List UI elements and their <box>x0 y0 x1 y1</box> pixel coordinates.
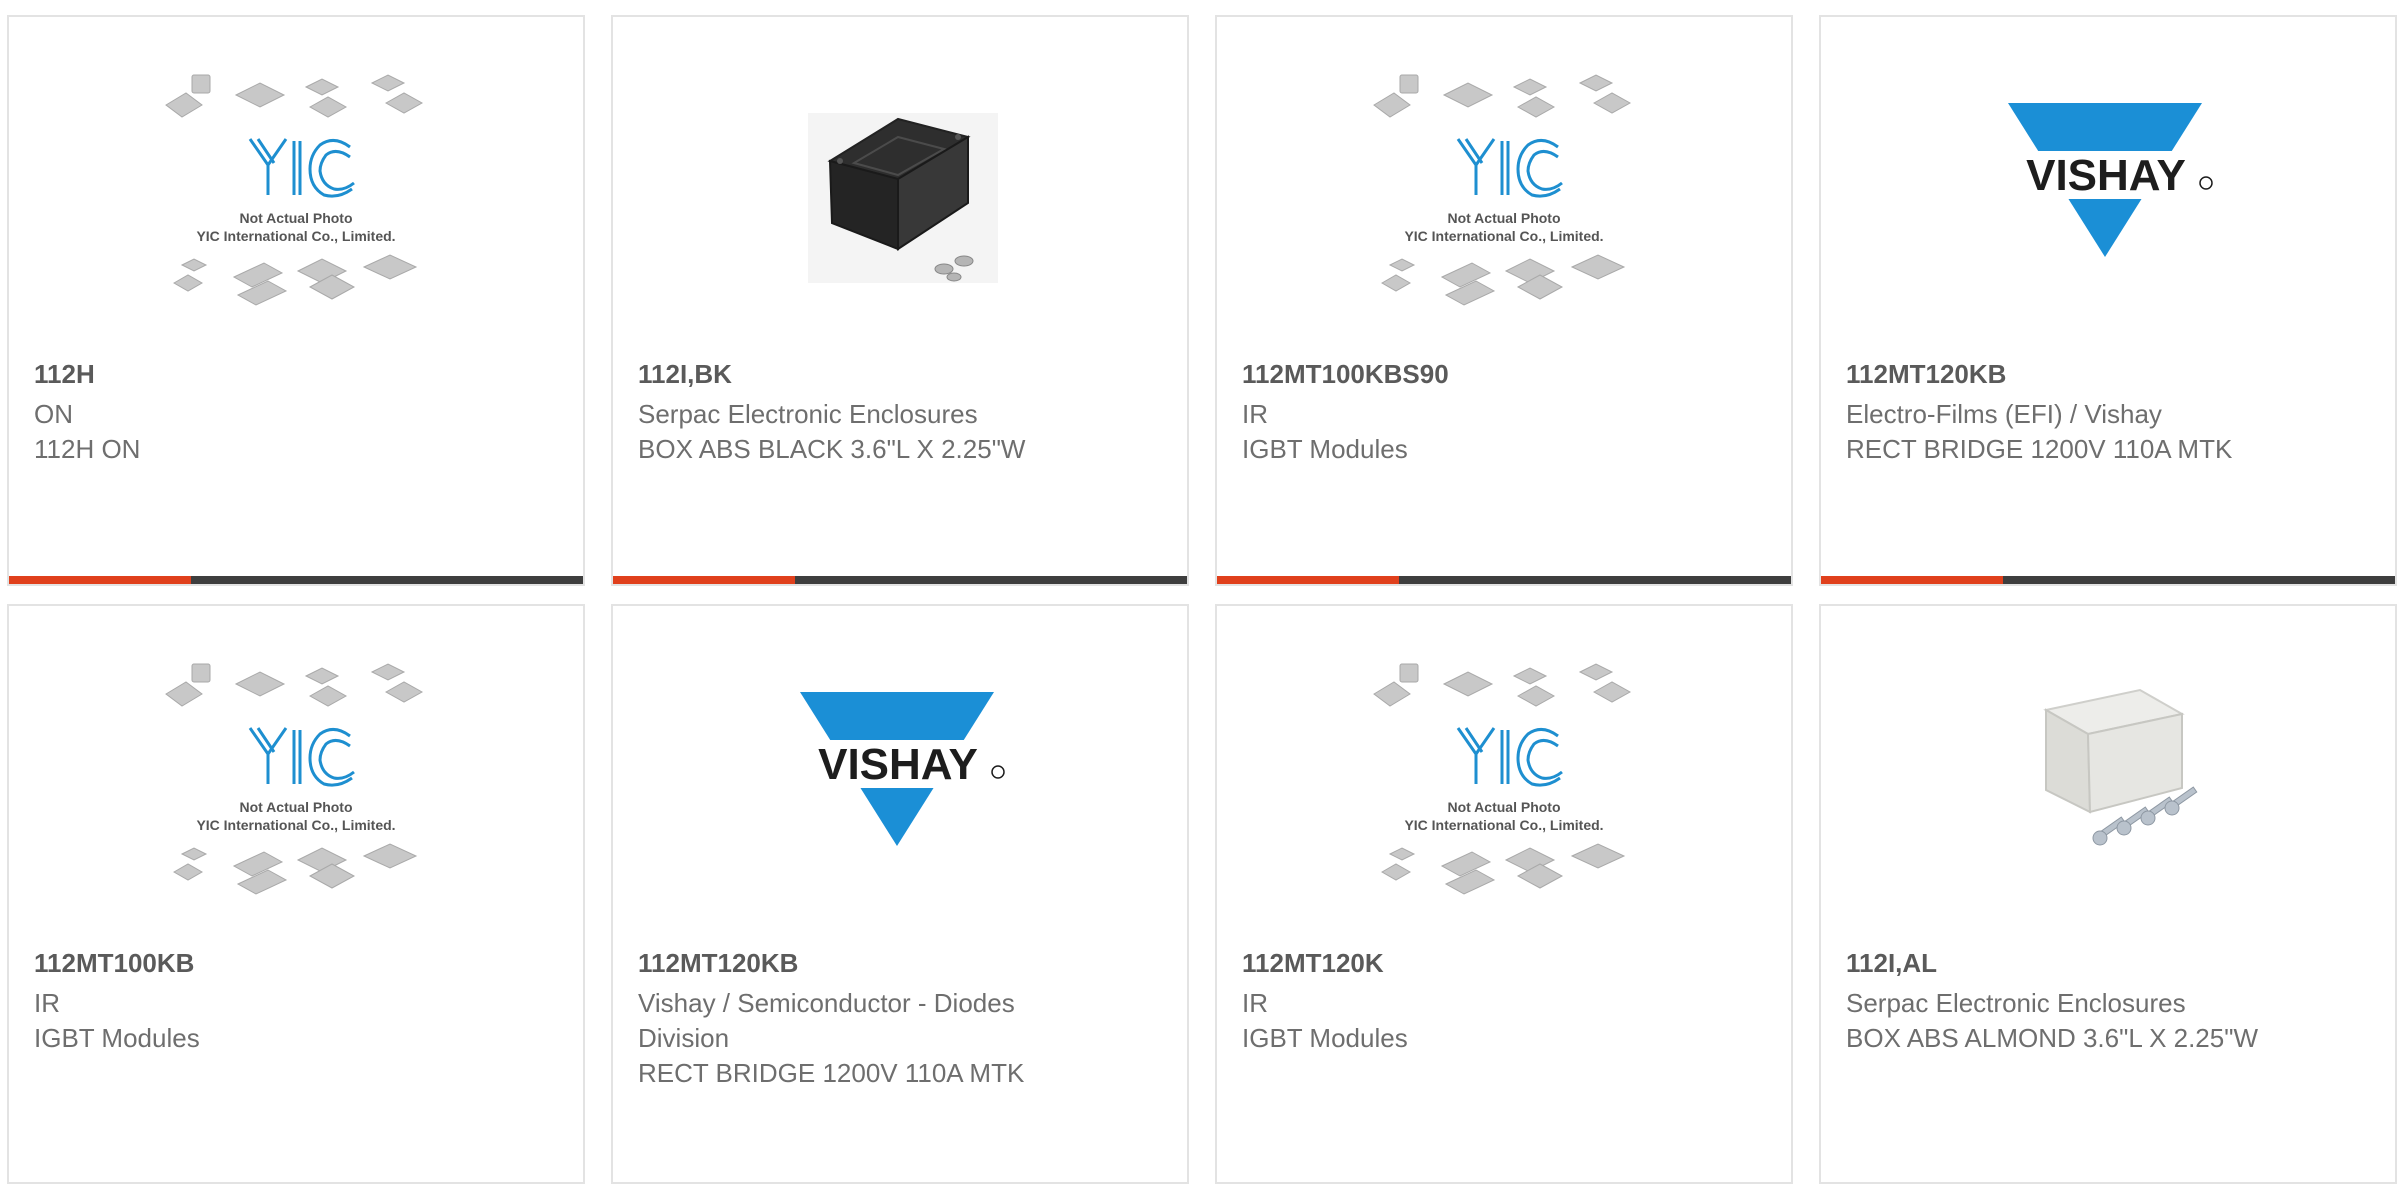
description: BOX ABS BLACK 3.6"L X 2.25"W <box>638 434 1026 464</box>
placeholder-line1: Not Actual Photo <box>239 210 352 226</box>
product-card[interactable]: Not Actual Photo YIC International Co., … <box>1215 604 1793 1184</box>
vishay-wordmark: VISHAY <box>2026 151 2186 200</box>
manufacturer: ON 112H ON <box>34 397 494 467</box>
card-bar-accent <box>9 576 191 584</box>
almond-enclosure-image <box>1821 662 2395 952</box>
vishay-logo: VISHAY <box>1821 73 2395 363</box>
placeholder-line1: Not Actual Photo <box>1447 210 1560 226</box>
manufacturer: Serpac Electronic Enclosures BOX ABS ALM… <box>1846 986 2306 1056</box>
product-card[interactable]: VISHAY 112MT120KB Electro-Films (EFI) / … <box>1819 15 2397 586</box>
part-number[interactable]: 112H <box>34 359 95 390</box>
part-number[interactable]: 112I,BK <box>638 359 732 390</box>
product-card[interactable]: Not Actual Photo YIC International Co., … <box>7 604 585 1184</box>
card-bar-accent <box>1217 576 1399 584</box>
manufacturer: Vishay / Semiconductor - Diodes Division… <box>638 986 1098 1091</box>
manufacturer: Electro-Films (EFI) / Vishay RECT BRIDGE… <box>1846 397 2306 467</box>
part-number[interactable]: 112MT120KB <box>638 948 798 979</box>
description: RECT BRIDGE 1200V 110A MTK <box>638 1058 1025 1088</box>
placeholder-line2: YIC International Co., Limited. <box>1404 228 1603 244</box>
placeholder-line1: Not Actual Photo <box>239 799 352 815</box>
card-bar <box>1821 576 2395 584</box>
product-card[interactable]: VISHAY 112MT120KB Vishay / Semiconductor… <box>611 604 1189 1184</box>
placeholder-line1: Not Actual Photo <box>1447 799 1560 815</box>
product-grid: Not Actual Photo YIC International Co., … <box>0 0 2400 1184</box>
part-number[interactable]: 112I,AL <box>1846 948 1937 979</box>
manufacturer: IR IGBT Modules <box>34 986 494 1056</box>
manufacturer-name: Serpac Electronic Enclosures <box>638 399 978 429</box>
description: 112H ON <box>34 434 141 464</box>
part-number[interactable]: 112MT120KB <box>1846 359 2006 390</box>
black-enclosure-image <box>613 73 1187 363</box>
placeholder-line2: YIC International Co., Limited. <box>196 817 395 833</box>
part-number[interactable]: 112MT120K <box>1242 948 1384 979</box>
description: IGBT Modules <box>34 1023 200 1053</box>
product-card[interactable]: Not Actual Photo YIC International Co., … <box>7 15 585 586</box>
placeholder-image: Not Actual Photo YIC International Co., … <box>1217 73 1791 363</box>
vishay-logo: VISHAY <box>613 662 1187 952</box>
vishay-wordmark: VISHAY <box>818 740 978 789</box>
card-bar <box>1217 576 1791 584</box>
placeholder-image: Not Actual Photo YIC International Co., … <box>9 662 583 952</box>
card-bar <box>9 576 583 584</box>
manufacturer: Serpac Electronic Enclosures BOX ABS BLA… <box>638 397 1098 467</box>
placeholder-line2: YIC International Co., Limited. <box>1404 817 1603 833</box>
placeholder-line2: YIC International Co., Limited. <box>196 228 395 244</box>
manufacturer-name: IR <box>1242 988 1268 1018</box>
manufacturer: IR IGBT Modules <box>1242 986 1702 1056</box>
description: IGBT Modules <box>1242 1023 1408 1053</box>
card-bar <box>613 576 1187 584</box>
placeholder-image: Not Actual Photo YIC International Co., … <box>9 73 583 363</box>
manufacturer-name: Electro-Films (EFI) / Vishay <box>1846 399 2162 429</box>
manufacturer: IR IGBT Modules <box>1242 397 1702 467</box>
product-card[interactable]: 112I,AL Serpac Electronic Enclosures BOX… <box>1819 604 2397 1184</box>
placeholder-image: Not Actual Photo YIC International Co., … <box>1217 662 1791 952</box>
description: BOX ABS ALMOND 3.6"L X 2.25"W <box>1846 1023 2259 1053</box>
card-bar-accent <box>1821 576 2003 584</box>
manufacturer-name: IR <box>1242 399 1268 429</box>
card-bar-accent <box>613 576 795 584</box>
manufacturer-name: ON <box>34 399 73 429</box>
manufacturer-name: Vishay / Semiconductor - Diodes Division <box>638 988 1015 1053</box>
part-number[interactable]: 112MT100KB <box>34 948 194 979</box>
manufacturer-name: Serpac Electronic Enclosures <box>1846 988 2186 1018</box>
product-card[interactable]: 112I,BK Serpac Electronic Enclosures BOX… <box>611 15 1189 586</box>
description: RECT BRIDGE 1200V 110A MTK <box>1846 434 2233 464</box>
manufacturer-name: IR <box>34 988 60 1018</box>
product-card[interactable]: Not Actual Photo YIC International Co., … <box>1215 15 1793 586</box>
description: IGBT Modules <box>1242 434 1408 464</box>
part-number[interactable]: 112MT100KBS90 <box>1242 359 1449 390</box>
